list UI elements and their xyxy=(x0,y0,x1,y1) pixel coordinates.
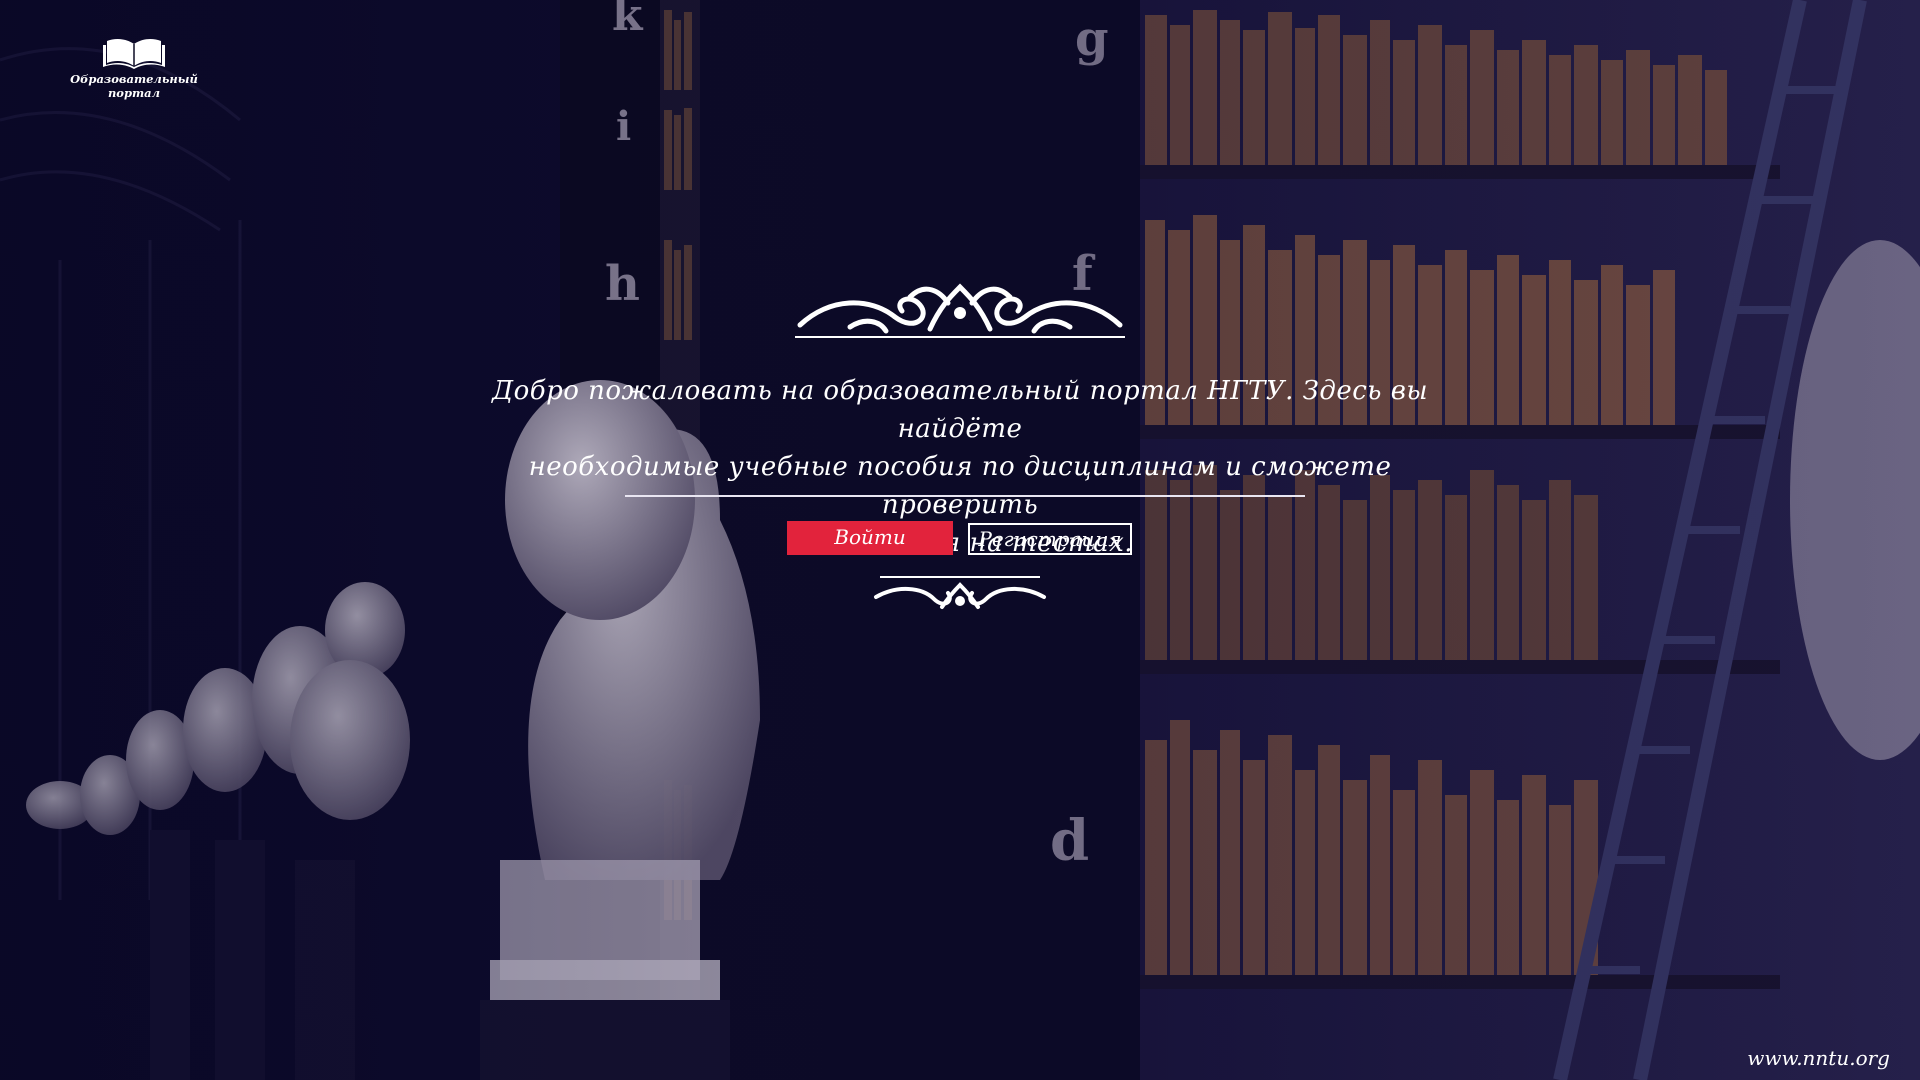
top-flourish-ornament xyxy=(795,283,1125,338)
logo-title-line1: Образовательный xyxy=(70,72,198,86)
portal-logo[interactable]: Образовательный портал xyxy=(66,36,202,100)
welcome-message: Добро пожаловать на образовательный порт… xyxy=(460,372,1460,562)
login-button[interactable]: Войти xyxy=(787,521,953,555)
bottom-flourish-ornament xyxy=(874,576,1046,609)
register-button[interactable]: Регистрация xyxy=(968,523,1132,555)
divider-line xyxy=(625,495,1305,497)
welcome-line-2: необходимые учебные пособия по дисциплин… xyxy=(528,452,1392,520)
logo-title-line2: портал xyxy=(107,86,161,100)
welcome-panel: Добро пожаловать на образовательный порт… xyxy=(460,270,1460,630)
welcome-line-3: свои знания на тестах. xyxy=(786,528,1134,558)
open-book-icon xyxy=(103,39,165,69)
footer-url-link[interactable]: www.nntu.org xyxy=(1747,1046,1890,1070)
welcome-line-1: Добро пожаловать на образовательный порт… xyxy=(491,376,1429,444)
